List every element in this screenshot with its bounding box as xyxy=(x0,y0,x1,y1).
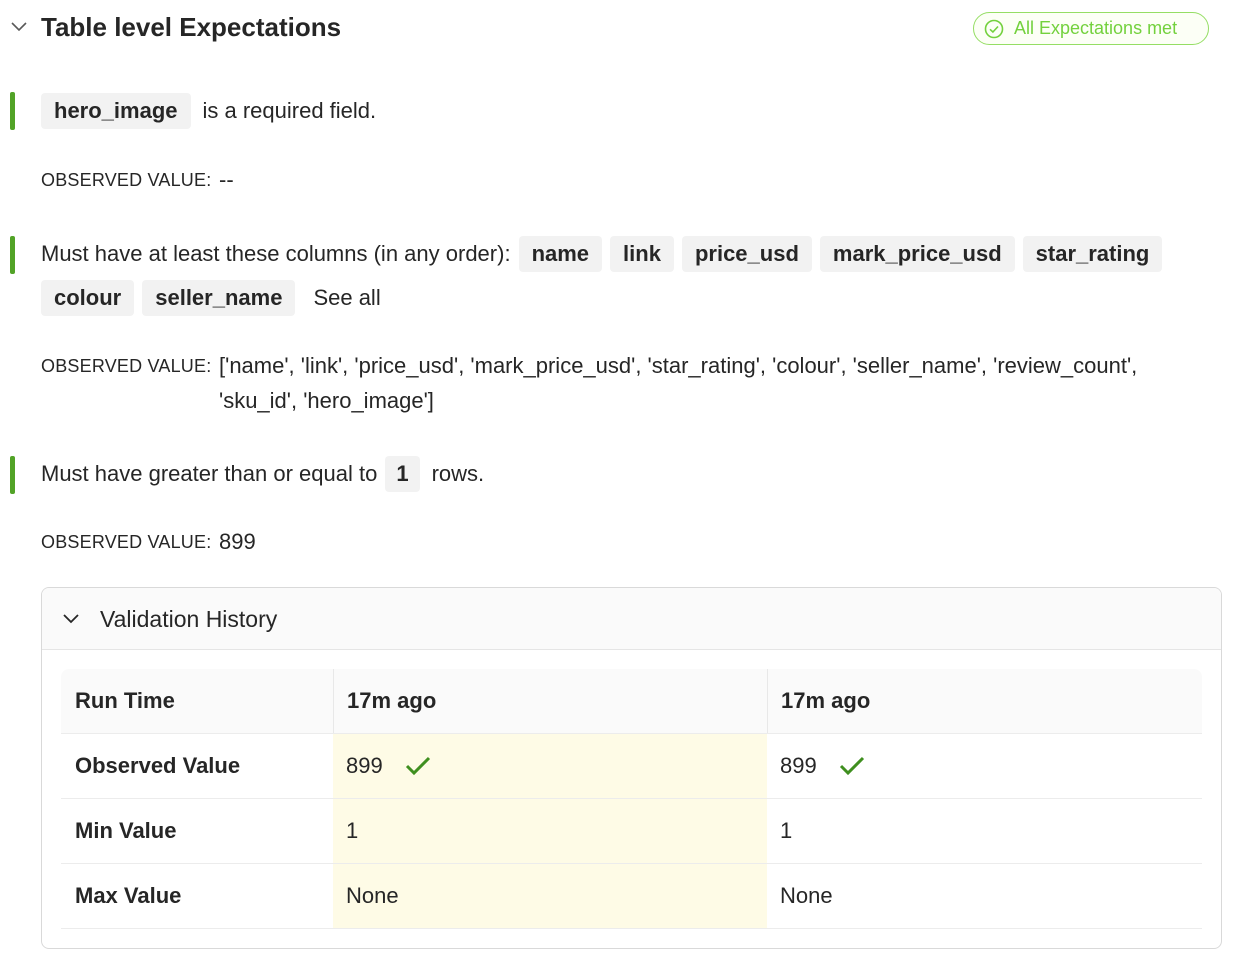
section-title: Table level Expectations xyxy=(41,12,342,42)
observed-value: ['name', 'link', 'price_usd', 'mark_pric… xyxy=(219,352,1137,418)
observed-value: -- xyxy=(219,167,234,192)
column-chip: link xyxy=(610,236,674,272)
table-row: Observed Value 899 899 xyxy=(61,734,1202,799)
check-icon xyxy=(839,756,864,776)
expectation-text: Must have at least these columns (in any… xyxy=(41,241,511,266)
table-row: Min Value 1 1 xyxy=(61,799,1202,864)
section-header: Table level Expectations All Expectation… xyxy=(0,0,1236,56)
status-indicator xyxy=(10,92,15,130)
check-circle-icon xyxy=(984,19,1004,38)
row-label: Run Time xyxy=(75,688,175,713)
validation-history-header[interactable]: Validation History xyxy=(42,588,1221,650)
see-all-link[interactable]: See all xyxy=(313,285,380,311)
observed-value-label: OBSERVED VALUE: xyxy=(41,356,212,376)
expectation-text: rows. xyxy=(431,461,485,486)
column-chip: seller_name xyxy=(142,280,296,316)
table-cell: None xyxy=(333,864,767,928)
expectation-description-continued: colour seller_name See all xyxy=(41,279,381,317)
observed-value: 899 xyxy=(219,529,256,554)
table-cell: 1 xyxy=(780,818,793,843)
row-label: Min Value xyxy=(75,818,177,843)
observed-value-label: OBSERVED VALUE: xyxy=(41,170,212,190)
status-badge-label: All Expectations met xyxy=(1014,18,1178,38)
check-icon xyxy=(405,756,430,776)
observed-value-label: OBSERVED VALUE: xyxy=(41,532,212,552)
table-cell: 899 xyxy=(333,734,767,798)
expectation-description: Must have greater than or equal to 1 row… xyxy=(41,455,492,493)
column-chip: hero_image xyxy=(41,93,191,129)
cell-value: 899 xyxy=(346,753,383,778)
expectation-text: Must have greater than or equal to xyxy=(41,461,378,486)
observed-value-row: OBSERVED VALUE: 899 xyxy=(41,528,256,559)
table-header-row: Run Time 17m ago 17m ago xyxy=(61,669,1202,734)
expectation-description: hero_image is a required field. xyxy=(41,92,384,130)
run-time-cell: 17m ago xyxy=(333,669,767,733)
observed-value-line: 'sku_id', 'hero_image'] xyxy=(219,388,434,413)
column-chip: name xyxy=(518,236,603,272)
validation-history-panel: Validation History Run Time 17m ago 17m … xyxy=(41,587,1222,949)
cell-value: 899 xyxy=(780,753,817,778)
observed-value-row: OBSERVED VALUE: ['name', 'link', 'price_… xyxy=(41,352,1137,418)
chevron-down-icon[interactable] xyxy=(62,610,80,628)
status-indicator xyxy=(10,456,15,494)
run-time-cell: 17m ago xyxy=(767,669,1202,733)
status-indicator xyxy=(10,236,15,274)
validation-history-table: Run Time 17m ago 17m ago Observed Value … xyxy=(61,669,1202,929)
column-chip: price_usd xyxy=(681,236,812,272)
validation-history-title: Validation History xyxy=(100,606,278,632)
column-chip: star_rating xyxy=(1022,236,1163,272)
expectation-description: Must have at least these columns (in any… xyxy=(41,235,1170,273)
chevron-down-icon[interactable] xyxy=(10,18,28,36)
expectation-text: is a required field. xyxy=(202,98,377,123)
table-row: Max Value None None xyxy=(61,864,1202,929)
row-label: Observed Value xyxy=(75,753,241,778)
value-chip: 1 xyxy=(385,456,420,492)
observed-value-line: ['name', 'link', 'price_usd', 'mark_pric… xyxy=(219,353,1138,378)
table-cell: 899 xyxy=(767,734,1202,798)
table-cell: None xyxy=(780,883,833,908)
observed-value-row: OBSERVED VALUE: -- xyxy=(41,166,234,197)
table-cell: 1 xyxy=(333,799,767,863)
column-chip: mark_price_usd xyxy=(819,236,1015,272)
column-chip: colour xyxy=(41,280,135,316)
row-label: Max Value xyxy=(75,883,182,908)
status-badge: All Expectations met xyxy=(973,12,1209,45)
